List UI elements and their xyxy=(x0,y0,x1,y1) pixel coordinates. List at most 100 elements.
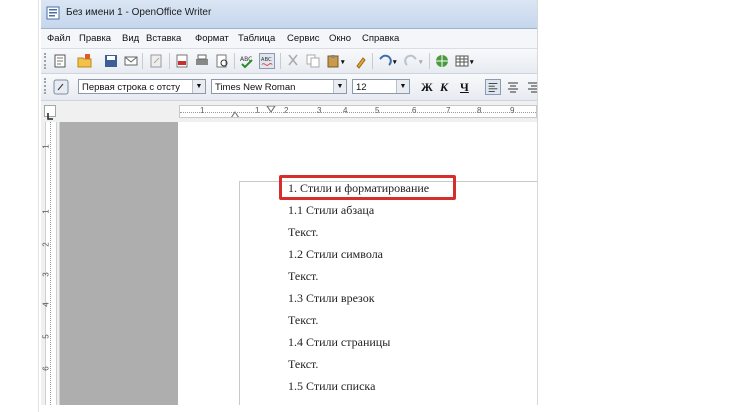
standard-toolbar: ABC ABC ▾ ▾ ▾ ▾ xyxy=(41,49,537,74)
ruler-ticks xyxy=(50,122,51,405)
menu-file[interactable]: Файл xyxy=(47,33,70,44)
styles-formatting-icon[interactable] xyxy=(53,79,69,95)
font-size-select[interactable]: 12 ▼ xyxy=(352,79,410,94)
article-frame: Без имени 1 - OpenOffice Writer Файл Пра… xyxy=(8,0,748,412)
print-preview-icon[interactable] xyxy=(214,53,230,69)
ruler-ticks xyxy=(180,112,536,113)
chevron-down-icon[interactable]: ▾ xyxy=(470,58,474,66)
document-line[interactable]: Текст. xyxy=(288,269,318,284)
toolbar-separator xyxy=(372,53,373,69)
ruler-label: 3 xyxy=(41,272,51,277)
page-background xyxy=(60,122,178,405)
menu-window[interactable]: Окно xyxy=(329,33,351,44)
font-name-value: Times New Roman xyxy=(215,82,296,93)
align-left-icon[interactable] xyxy=(485,79,501,95)
align-center-icon[interactable] xyxy=(505,79,521,95)
table-icon[interactable] xyxy=(454,53,470,69)
toolbar-separator xyxy=(280,53,281,69)
vertical-ruler-track xyxy=(45,122,57,405)
export-pdf-icon[interactable] xyxy=(174,53,190,69)
clone-formatting-icon[interactable] xyxy=(353,53,369,69)
writer-app-icon xyxy=(46,6,60,20)
document-line[interactable]: Текст. xyxy=(288,225,318,240)
bold-button[interactable]: Ж xyxy=(421,80,433,95)
menu-help[interactable]: Справка xyxy=(362,33,399,44)
toolbar-separator xyxy=(169,53,170,69)
spellcheck-icon[interactable]: ABC xyxy=(239,53,255,69)
document-line[interactable]: 1.2 Стили символа xyxy=(288,247,383,262)
menu-insert[interactable]: Вставка xyxy=(146,33,181,44)
save-icon[interactable] xyxy=(103,53,119,69)
ruler-label: 2 xyxy=(41,242,51,247)
ruler-label: 1 xyxy=(41,144,51,149)
menu-edit[interactable]: Правка xyxy=(79,33,111,44)
document-line[interactable]: 1.1 Стили абзаца xyxy=(288,203,374,218)
document-line[interactable]: 1.3 Стили врезок xyxy=(288,291,375,306)
highlight-box xyxy=(279,175,456,200)
ruler-label: 6 xyxy=(412,106,417,115)
copy-icon[interactable] xyxy=(305,53,321,69)
menu-tools[interactable]: Сервис xyxy=(287,33,320,44)
chevron-down-icon[interactable]: ▼ xyxy=(396,80,409,93)
chevron-down-icon[interactable]: ▾ xyxy=(393,58,397,66)
toolbar-separator xyxy=(234,53,235,69)
text-boundary xyxy=(239,181,537,405)
ruler-label: 3 xyxy=(317,106,322,115)
underline-button[interactable]: Ч xyxy=(460,80,469,95)
hyperlink-icon[interactable] xyxy=(434,53,450,69)
ruler-label: 6 xyxy=(41,366,51,371)
font-name-select[interactable]: Times New Roman ▼ xyxy=(211,79,347,94)
ruler-label: 4 xyxy=(343,106,348,115)
ruler-label: 1 xyxy=(41,209,51,214)
align-right-icon[interactable] xyxy=(525,79,538,95)
ruler-label: 5 xyxy=(41,334,51,339)
vertical-ruler[interactable]: 1 1 2 3 4 5 6 xyxy=(41,122,60,405)
ruler-label: 9 xyxy=(510,106,515,115)
document-page[interactable]: 1. Стили и форматирование 1.1 Стили абза… xyxy=(178,122,537,405)
chevron-down-icon[interactable]: ▾ xyxy=(419,58,423,66)
edit-file-icon[interactable] xyxy=(148,53,164,69)
openoffice-screenshot: Без имени 1 - OpenOffice Writer Файл Пра… xyxy=(41,0,538,405)
menu-format[interactable]: Формат xyxy=(195,33,229,44)
chevron-down-icon[interactable]: ▼ xyxy=(192,80,205,93)
menu-view[interactable]: Вид xyxy=(122,33,139,44)
chevron-down-icon[interactable]: ▾ xyxy=(341,58,345,66)
ruler-label: 8 xyxy=(477,106,482,115)
menu-table[interactable]: Таблица xyxy=(238,33,275,44)
toolbar-separator xyxy=(142,53,143,69)
ruler-label: 5 xyxy=(375,106,380,115)
tab-stop-selector[interactable] xyxy=(44,105,56,120)
document-line[interactable]: 1.5 Стили списка xyxy=(288,379,375,394)
paste-icon[interactable] xyxy=(325,53,341,69)
document-line[interactable]: 1.4 Стили страницы xyxy=(288,335,390,350)
redo-icon[interactable] xyxy=(403,53,419,69)
toolbar-grip[interactable] xyxy=(44,53,49,69)
paragraph-style-value: Первая строка с отсту xyxy=(82,82,181,93)
autospellcheck-icon[interactable]: ABC xyxy=(259,53,275,69)
chevron-down-icon[interactable]: ▼ xyxy=(333,80,346,93)
left-tab-icon xyxy=(47,113,53,120)
toolbar-grip[interactable] xyxy=(44,78,49,94)
new-document-icon[interactable] xyxy=(52,53,68,69)
menu-bar: Файл Правка Вид Вставка Формат Таблица С… xyxy=(41,29,537,49)
ruler-label: 4 xyxy=(41,302,51,307)
svg-text:ABC: ABC xyxy=(261,57,272,63)
document-line[interactable]: Текст. xyxy=(288,357,318,372)
document-line[interactable]: Текст. xyxy=(288,313,318,328)
toolbar-separator xyxy=(429,53,430,69)
ruler-label: 1 xyxy=(255,106,260,115)
ruler-label: 1 xyxy=(200,106,205,115)
frame-border xyxy=(38,0,39,412)
undo-icon[interactable] xyxy=(377,53,393,69)
paragraph-style-select[interactable]: Первая строка с отсту ▼ xyxy=(78,79,206,94)
font-size-value: 12 xyxy=(356,82,367,93)
horizontal-ruler[interactable]: 1 1 2 3 4 5 6 7 8 9 xyxy=(179,105,537,118)
email-icon[interactable] xyxy=(123,53,139,69)
italic-button[interactable]: К xyxy=(440,80,448,95)
ruler-row: 1 1 2 3 4 5 6 7 8 9 xyxy=(41,101,537,123)
formatting-toolbar: Первая строка с отсту ▼ Times New Roman … xyxy=(41,74,537,101)
title-bar: Без имени 1 - OpenOffice Writer xyxy=(41,0,537,29)
cut-icon[interactable] xyxy=(285,53,301,69)
open-folder-icon[interactable] xyxy=(77,53,93,69)
print-icon[interactable] xyxy=(194,53,210,69)
